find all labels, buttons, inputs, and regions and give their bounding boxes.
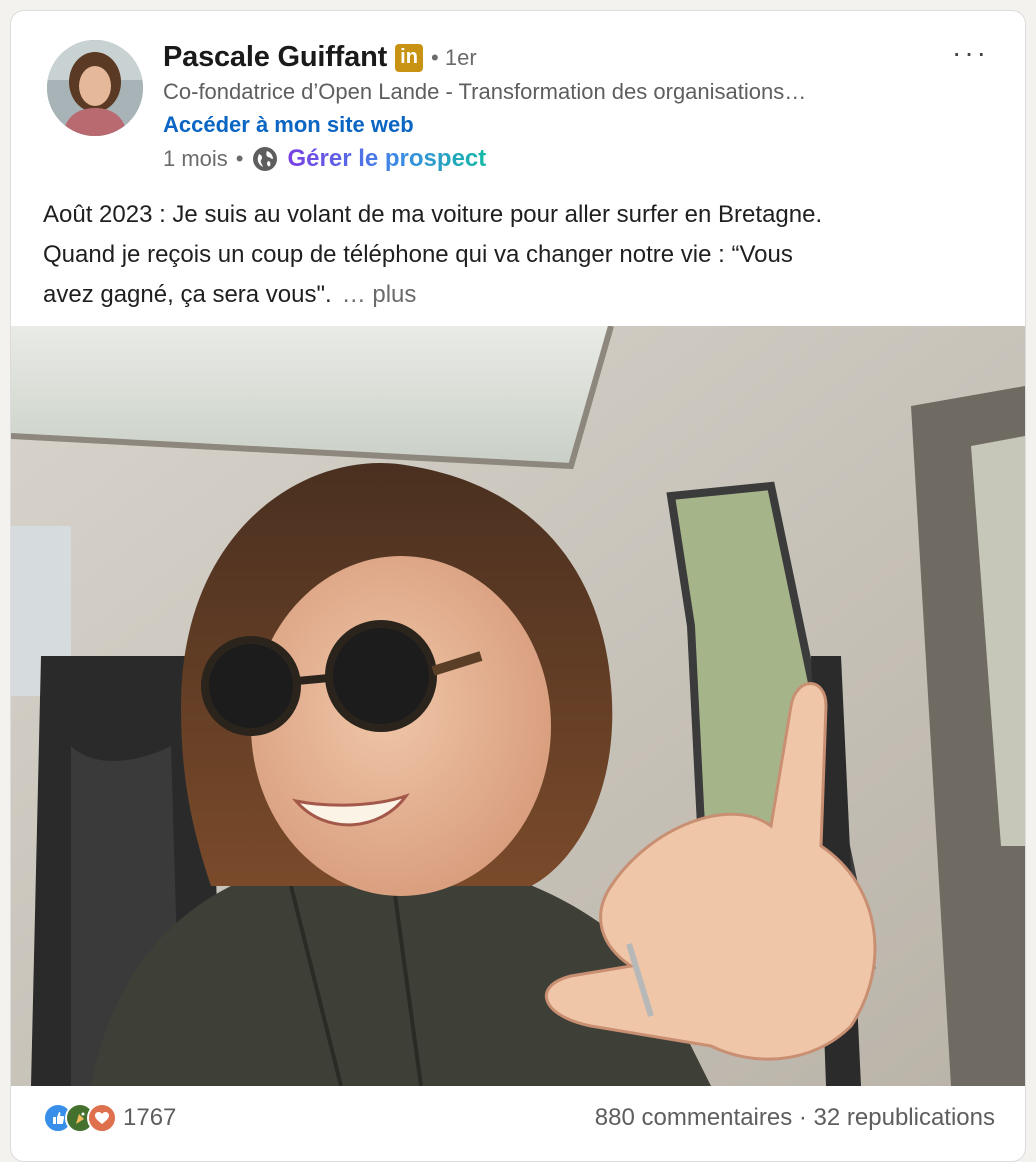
social-counts: 880 commentaires · 32 republications — [595, 1104, 995, 1132]
post-meta: 1 mois • Gérer le prospect — [163, 145, 486, 173]
counts-separator: · — [792, 1104, 814, 1131]
globe-icon — [252, 146, 278, 172]
post-header: Pascale Guiffant in • 1er Co-fondatrice … — [11, 11, 1025, 181]
connection-degree: • 1er — [431, 44, 477, 70]
meta-separator: • — [235, 146, 244, 171]
more-options-button[interactable]: ··· — [952, 37, 989, 69]
linkedin-premium-icon: in — [395, 43, 424, 72]
post-time: 1 mois — [163, 146, 228, 171]
comments-count-link[interactable]: 880 commentaires — [595, 1104, 792, 1131]
see-more-link[interactable]: … plus — [342, 281, 417, 308]
author-headline: Co-fondatrice d’Open Lande - Transformat… — [163, 79, 807, 104]
post-image[interactable] — [11, 326, 1025, 1086]
post-body: Août 2023 : Je suis au volant de ma voit… — [43, 195, 993, 315]
post-text-last: avez gagné, ça sera vous". — [43, 281, 332, 308]
website-link[interactable]: Accéder à mon site web — [163, 112, 414, 138]
reactions-summary[interactable]: 1767 — [43, 1103, 176, 1133]
feed-post-card: Pascale Guiffant in • 1er Co-fondatrice … — [10, 10, 1026, 1162]
post-footer: 1767 880 commentaires · 32 republication… — [11, 1086, 1025, 1152]
manage-prospect-link[interactable]: Gérer le prospect — [288, 145, 487, 173]
post-text-line: Août 2023 : Je suis au volant de ma voit… — [43, 201, 823, 228]
post-text-line: avez gagné, ça sera vous". … plus — [43, 275, 993, 315]
author-name[interactable]: Pascale Guiffant — [163, 41, 387, 74]
reposts-count-link[interactable]: 32 republications — [814, 1104, 995, 1131]
author-line: Pascale Guiffant in • 1er — [163, 41, 477, 74]
love-icon — [87, 1103, 117, 1133]
reaction-count: 1767 — [123, 1104, 177, 1131]
post-text-line: Quand je reçois un coup de téléphone qui… — [43, 241, 793, 268]
author-avatar[interactable] — [47, 40, 143, 136]
